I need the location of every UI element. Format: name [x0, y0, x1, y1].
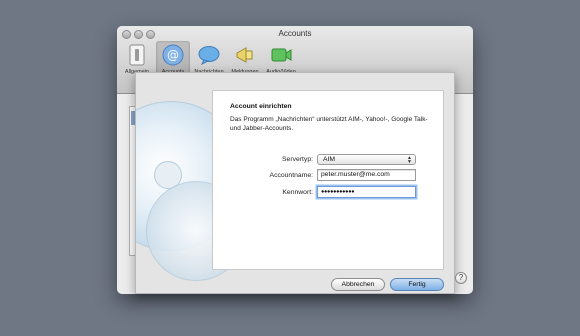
chevron-up-down-icon: ▲ ▼	[407, 155, 412, 165]
switch-icon	[125, 43, 149, 67]
svg-text:@: @	[167, 48, 179, 62]
account-name-label: Accountname:	[269, 172, 313, 179]
sheet-description: Das Programm „Nachrichten“ unterstützt A…	[230, 116, 428, 132]
speech-bubble-icon	[197, 43, 221, 67]
account-name-field[interactable]: peter.muster@me.com	[317, 169, 416, 181]
window-title: Accounts	[278, 29, 312, 38]
help-button[interactable]: ?	[455, 272, 467, 284]
password-field[interactable]: ●●●●●●●●●●●	[317, 186, 416, 198]
done-button[interactable]: Fertig	[390, 278, 444, 291]
cancel-button[interactable]: Abbrechen	[331, 278, 385, 291]
at-icon: @	[161, 43, 185, 67]
password-label: Kennwort:	[282, 189, 313, 196]
server-type-select[interactable]: AIM ▲ ▼	[317, 154, 416, 165]
video-camera-icon	[269, 43, 293, 67]
server-type-label: Servertyp:	[282, 156, 313, 163]
server-type-value: AIM	[323, 156, 336, 163]
setup-form-panel: Account einrichten Das Programm „Nachric…	[212, 90, 444, 270]
megaphone-icon	[233, 43, 257, 67]
sheet-heading: Account einrichten	[230, 103, 292, 110]
